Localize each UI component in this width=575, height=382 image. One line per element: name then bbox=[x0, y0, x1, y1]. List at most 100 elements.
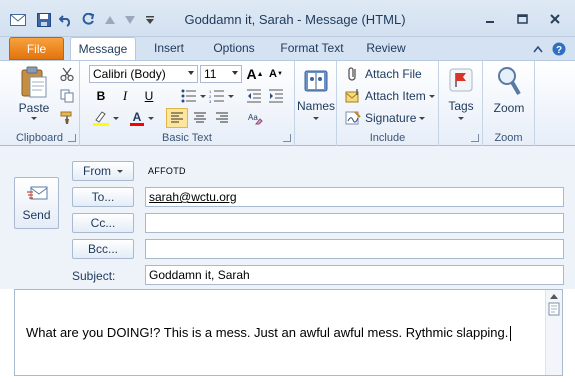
svg-text:Aa: Aa bbox=[248, 113, 258, 122]
align-right-icon[interactable] bbox=[212, 109, 232, 127]
send-label: Send bbox=[22, 208, 51, 222]
paste-button[interactable]: Paste bbox=[14, 101, 54, 115]
cut-icon[interactable] bbox=[58, 65, 76, 83]
message-body[interactable]: What are you DOING!? This is a mess. Jus… bbox=[14, 289, 563, 376]
tab-insert[interactable]: Insert bbox=[144, 37, 194, 60]
help-icon[interactable]: ? bbox=[551, 41, 567, 57]
grow-font-icon[interactable]: A ▲ bbox=[245, 65, 265, 83]
bcc-field[interactable] bbox=[145, 239, 564, 259]
svg-text:A: A bbox=[132, 110, 141, 124]
font-name-value: Calibri (Body) bbox=[93, 67, 166, 81]
ruler-toggle-icon[interactable] bbox=[548, 302, 560, 316]
basic-text-group-label: Basic Text bbox=[162, 132, 212, 144]
names-group: Names bbox=[295, 61, 337, 146]
zoom-button[interactable]: Zoom bbox=[483, 101, 535, 115]
to-button[interactable]: To... bbox=[72, 187, 134, 207]
underline-button[interactable]: U bbox=[139, 87, 159, 105]
tab-file[interactable]: File bbox=[9, 37, 64, 60]
tab-format-text[interactable]: Format Text bbox=[274, 37, 350, 60]
tags-group: Tags bbox=[439, 61, 483, 146]
highlight-color-icon[interactable] bbox=[89, 109, 121, 127]
redo-icon[interactable] bbox=[80, 12, 96, 28]
basic-text-group: Calibri (Body) 11 A ▲ A ▼ B I U 123 A Aa… bbox=[80, 61, 295, 146]
zoom-group: Zoom Zoom bbox=[483, 61, 535, 146]
subject-label: Subject: bbox=[72, 269, 116, 283]
minimize-button[interactable] bbox=[477, 9, 503, 29]
copy-icon[interactable] bbox=[58, 87, 76, 105]
attach-item-label: Attach Item bbox=[365, 89, 426, 103]
shrink-font-icon[interactable]: A ▼ bbox=[266, 65, 286, 83]
svg-text:3: 3 bbox=[209, 99, 212, 103]
window-title: Goddamn it, Sarah - Message (HTML) bbox=[184, 12, 406, 27]
cc-button[interactable]: Cc... bbox=[72, 213, 134, 233]
magnifier-icon[interactable] bbox=[495, 64, 523, 98]
zoom-group-label: Zoom bbox=[494, 132, 523, 144]
attach-item-icon bbox=[345, 89, 359, 103]
minimize-ribbon-icon[interactable] bbox=[530, 41, 546, 57]
undo-icon[interactable] bbox=[58, 12, 74, 28]
address-book-icon[interactable] bbox=[300, 66, 332, 96]
bcc-button[interactable]: Bcc... bbox=[72, 239, 134, 259]
font-dropdown-arrow[interactable] bbox=[188, 71, 194, 75]
font-size-value: 11 bbox=[204, 67, 217, 81]
clipboard-dialog-launcher[interactable] bbox=[68, 134, 76, 142]
subject-field[interactable]: Goddamn it, Sarah bbox=[145, 265, 564, 285]
title-bar: Goddamn it, Sarah - Message (HTML) bbox=[0, 0, 575, 37]
text-cursor bbox=[510, 326, 512, 342]
attach-file-button[interactable]: Attach File bbox=[345, 65, 422, 83]
vertical-scrollbar[interactable] bbox=[545, 290, 562, 375]
from-value: AFFOTD bbox=[148, 166, 186, 176]
previous-item-icon[interactable] bbox=[102, 12, 118, 28]
cc-field[interactable] bbox=[145, 213, 564, 233]
tags-button[interactable]: Tags bbox=[439, 99, 483, 113]
next-item-icon[interactable] bbox=[122, 12, 138, 28]
font-color-icon[interactable]: A bbox=[125, 109, 157, 127]
names-dropdown-arrow[interactable] bbox=[313, 117, 319, 120]
to-field[interactable]: sarah@wctu.org bbox=[145, 187, 564, 207]
from-button-label: From bbox=[83, 164, 111, 178]
attach-item-button[interactable]: Attach Item bbox=[345, 87, 435, 105]
names-button[interactable]: Names bbox=[295, 99, 337, 113]
font-size-dropdown-arrow[interactable] bbox=[232, 71, 238, 75]
format-painter-icon[interactable] bbox=[58, 109, 76, 127]
signature-label: Signature bbox=[365, 111, 417, 125]
close-button[interactable] bbox=[542, 9, 568, 29]
tags-dropdown-arrow[interactable] bbox=[458, 117, 464, 120]
numbering-icon[interactable]: 123 bbox=[206, 87, 236, 105]
maximize-button[interactable] bbox=[509, 9, 535, 29]
font-size-combo[interactable]: 11 bbox=[200, 65, 242, 83]
signature-button[interactable]: Signature bbox=[345, 109, 426, 127]
send-button[interactable]: Send bbox=[14, 177, 59, 229]
bold-button[interactable]: B bbox=[91, 87, 111, 105]
include-group: Attach File Attach Item Signature Includ… bbox=[337, 61, 439, 146]
tags-dialog-launcher[interactable] bbox=[471, 134, 479, 142]
paperclip-icon bbox=[348, 67, 356, 81]
include-group-label: Include bbox=[369, 132, 406, 144]
save-icon[interactable] bbox=[36, 12, 52, 28]
italic-button[interactable]: I bbox=[115, 87, 135, 105]
to-recipient[interactable]: sarah@wctu.org bbox=[149, 190, 237, 204]
send-icon bbox=[27, 185, 49, 206]
email-message-icon bbox=[10, 12, 26, 28]
ribbon: Paste Clipboard Calibri (Body) 11 A ▲ A ▼ … bbox=[0, 60, 575, 146]
flag-icon[interactable] bbox=[447, 66, 475, 94]
tab-message[interactable]: Message bbox=[70, 37, 136, 61]
tab-options[interactable]: Options bbox=[203, 37, 265, 60]
increase-indent-icon[interactable] bbox=[266, 87, 286, 105]
customize-toolbar-icon[interactable] bbox=[142, 12, 158, 28]
from-button[interactable]: From bbox=[72, 161, 134, 181]
clear-formatting-icon[interactable]: Aa bbox=[245, 109, 265, 127]
scroll-up-icon[interactable] bbox=[548, 292, 560, 300]
decrease-indent-icon[interactable] bbox=[244, 87, 264, 105]
paste-dropdown-arrow[interactable] bbox=[31, 117, 37, 120]
font-name-combo[interactable]: Calibri (Body) bbox=[89, 65, 198, 83]
svg-text:?: ? bbox=[556, 45, 562, 56]
paste-icon[interactable] bbox=[16, 65, 52, 99]
bullets-icon[interactable] bbox=[178, 87, 208, 105]
align-left-icon[interactable] bbox=[166, 108, 188, 128]
align-center-icon[interactable] bbox=[190, 109, 210, 127]
basic-text-dialog-launcher[interactable] bbox=[283, 134, 291, 142]
tab-review[interactable]: Review bbox=[360, 37, 412, 60]
signature-icon bbox=[345, 111, 361, 125]
message-body-text[interactable]: What are you DOING!? This is a mess. Jus… bbox=[26, 325, 512, 342]
